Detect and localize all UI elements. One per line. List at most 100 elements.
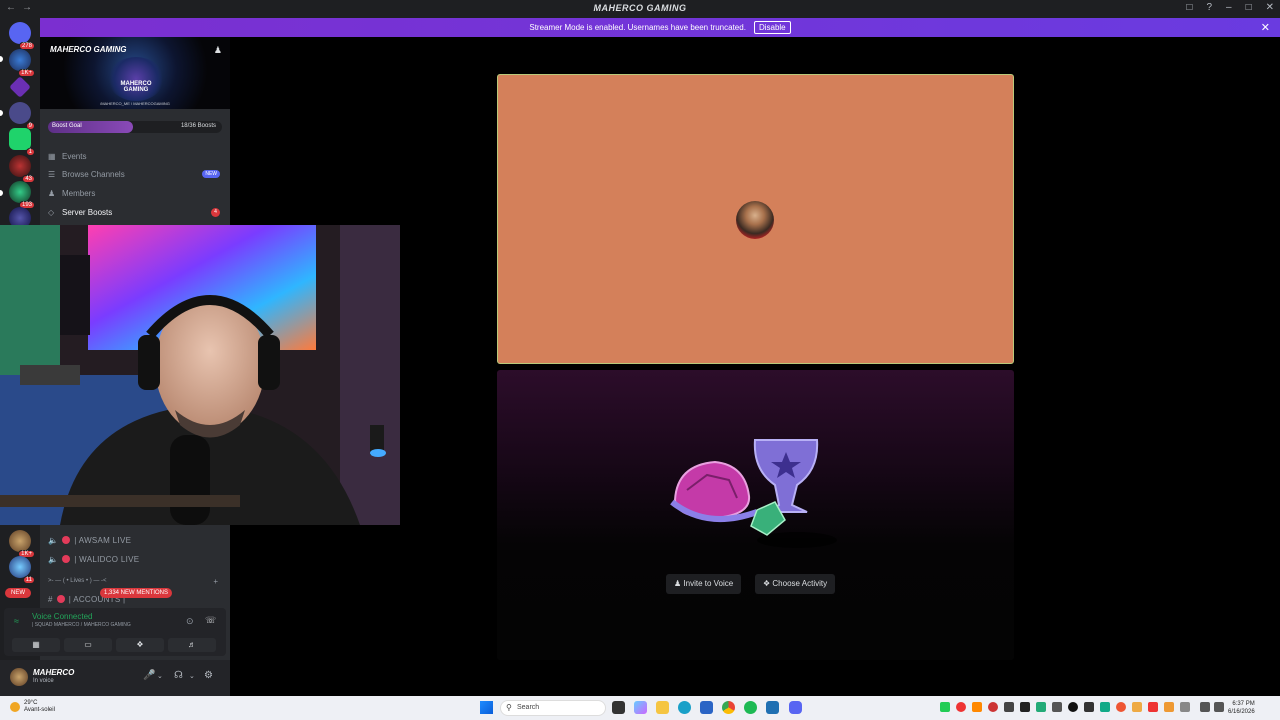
- server-icon[interactable]: [9, 76, 31, 98]
- settings-gear-icon[interactable]: ⚙: [204, 670, 213, 681]
- webcam-image: [0, 225, 400, 525]
- tray-icon[interactable]: [1036, 702, 1046, 712]
- server-socials: /MAHERCO_ME \ MAHERCOGAMING: [100, 101, 170, 106]
- invite-people-icon[interactable]: ♟: [214, 45, 222, 56]
- task-view-icon[interactable]: [612, 701, 625, 714]
- add-channel-icon[interactable]: +: [213, 577, 218, 586]
- windows-taskbar: 29°C Avant-soleil ⚲ Search 6:37 PM 6/16/…: [0, 696, 1280, 720]
- server-icon[interactable]: 9: [9, 102, 35, 130]
- windows-start-icon[interactable]: [480, 701, 493, 714]
- wifi-icon[interactable]: [1200, 702, 1210, 712]
- channel-item-events[interactable]: ▦ Events: [48, 149, 222, 164]
- server-icon[interactable]: 11: [9, 556, 35, 584]
- tray-icon[interactable]: [1100, 702, 1110, 712]
- user-avatar: [62, 555, 71, 563]
- window-titlebar: ←→ MAHERCO GAMING □ ? – □ ✕: [0, 0, 1280, 18]
- boost-icon: ◇: [48, 208, 55, 217]
- soundboard-button[interactable]: ♬: [168, 638, 216, 652]
- maximize-icon[interactable]: □: [1246, 2, 1252, 13]
- choose-activity-button[interactable]: ❖ Choose Activity: [755, 574, 836, 594]
- chevron-down-icon[interactable]: ⌄: [189, 672, 195, 680]
- discord-icon[interactable]: [789, 701, 802, 714]
- edge-icon[interactable]: [678, 701, 691, 714]
- tray-icon[interactable]: [1052, 702, 1062, 712]
- channel-item-server-boosts[interactable]: ◇ Server Boosts 4: [48, 205, 222, 220]
- tray-icon[interactable]: [1148, 702, 1158, 712]
- server-name[interactable]: MAHERCO GAMING: [50, 45, 126, 54]
- channel-emoji: [56, 595, 65, 603]
- tray-icon[interactable]: [1164, 702, 1174, 712]
- user-name[interactable]: MAHERCO: [33, 668, 74, 677]
- noise-suppression-icon[interactable]: ⊙: [186, 616, 194, 627]
- help-icon[interactable]: ?: [1206, 2, 1212, 13]
- user-avatar[interactable]: [10, 668, 28, 686]
- voice-user-row[interactable]: 🔈 | AWSAM LIVE: [48, 533, 131, 547]
- activity-label: Choose Activity: [772, 579, 828, 588]
- voice-user-row[interactable]: 🔈 | WALIDCO LIVE: [48, 552, 139, 566]
- tray-icon[interactable]: [1068, 702, 1078, 712]
- signal-icon[interactable]: ≈: [14, 616, 19, 626]
- disable-streamer-mode-button[interactable]: Disable: [753, 21, 791, 34]
- home-icon[interactable]: 278: [9, 22, 35, 50]
- inbox-icon[interactable]: □: [1186, 2, 1192, 13]
- spotify-icon[interactable]: [744, 701, 757, 714]
- tray-icon[interactable]: [1004, 702, 1014, 712]
- copilot-icon[interactable]: [634, 701, 647, 714]
- camera-off-button[interactable]: ▦: [12, 638, 60, 652]
- chrome-icon[interactable]: [722, 701, 735, 714]
- browse-icon: ☰: [48, 170, 56, 179]
- server-icon[interactable]: 193: [9, 181, 35, 209]
- new-mentions-pill[interactable]: 1,334 NEW MENTIONS: [100, 588, 173, 598]
- weather-sun-icon[interactable]: [10, 702, 20, 712]
- tray-icon[interactable]: [1132, 702, 1142, 712]
- server-icon[interactable]: 1K+: [9, 49, 35, 77]
- server-icon[interactable]: 43: [9, 155, 35, 183]
- tray-icon[interactable]: [940, 702, 950, 712]
- voice-connected-title[interactable]: Voice Connected: [32, 612, 93, 621]
- weather-widget[interactable]: 29°C Avant-soleil: [24, 700, 55, 714]
- tray-icon[interactable]: [988, 702, 998, 712]
- activities-button[interactable]: ❖: [116, 638, 164, 652]
- store-icon[interactable]: [700, 701, 713, 714]
- voice-user-name: | AWSAM LIVE: [74, 535, 132, 545]
- volume-icon[interactable]: [1214, 702, 1224, 712]
- taskbar-search[interactable]: ⚲ Search: [500, 700, 606, 716]
- channel-category[interactable]: >- — ( • Lives • ) — -< +: [48, 577, 224, 586]
- voice-channel-path[interactable]: | SQUAD MAHERCO / MAHERCO GAMING: [32, 622, 131, 628]
- tray-icon[interactable]: [1180, 702, 1190, 712]
- headphones-icon[interactable]: ☊: [174, 670, 183, 681]
- close-banner-icon[interactable]: ✕: [1261, 21, 1270, 34]
- chevron-down-icon[interactable]: ⌄: [157, 672, 163, 680]
- server-header[interactable]: MAHERCO GAMING ♟ MAHERCO GAMING /MAHERCO…: [40, 37, 230, 109]
- activity-icon: ❖: [763, 579, 771, 588]
- speaker-muted-icon: 🔈: [48, 554, 59, 564]
- microphone-icon[interactable]: 🎤: [143, 670, 155, 681]
- server-icon[interactable]: 1K+: [9, 530, 35, 558]
- window-controls: □ ? – □ ✕: [1186, 2, 1274, 13]
- file-explorer-icon[interactable]: [656, 701, 669, 714]
- category-label: >- — ( • Lives • ) — -<: [48, 578, 107, 584]
- logo-text: MAHERCO GAMING: [120, 81, 152, 93]
- new-unreads-pill[interactable]: NEW: [5, 588, 31, 598]
- channel-item-browse[interactable]: ☰ Browse Channels NEW: [48, 167, 222, 182]
- tray-icon[interactable]: [956, 702, 966, 712]
- server-icon[interactable]: 1: [9, 128, 35, 156]
- window-title: MAHERCO GAMING: [593, 3, 687, 13]
- minimize-icon[interactable]: –: [1226, 2, 1232, 13]
- tray-icon[interactable]: [1116, 702, 1126, 712]
- badge: 1: [25, 148, 35, 156]
- close-window-icon[interactable]: ✕: [1266, 2, 1274, 13]
- tray-icon[interactable]: [972, 702, 982, 712]
- disconnect-icon[interactable]: ☏: [205, 615, 216, 626]
- tray-icon[interactable]: [1020, 702, 1030, 712]
- boost-goal-bar[interactable]: Boost Goal 18/36 Boosts: [48, 121, 222, 133]
- server-banner-logo: MAHERCO GAMING: [108, 57, 164, 101]
- channel-item-members[interactable]: ♟ Members: [48, 186, 222, 201]
- system-clock[interactable]: 6:37 PM 6/16/2026: [1228, 700, 1255, 716]
- voice-participant-tile[interactable]: [497, 74, 1014, 364]
- badge: 11: [22, 576, 35, 584]
- app-icon[interactable]: [766, 701, 779, 714]
- share-screen-button[interactable]: ▭: [64, 638, 112, 652]
- tray-icon[interactable]: [1084, 702, 1094, 712]
- invite-to-voice-button[interactable]: ♟ Invite to Voice: [666, 574, 742, 594]
